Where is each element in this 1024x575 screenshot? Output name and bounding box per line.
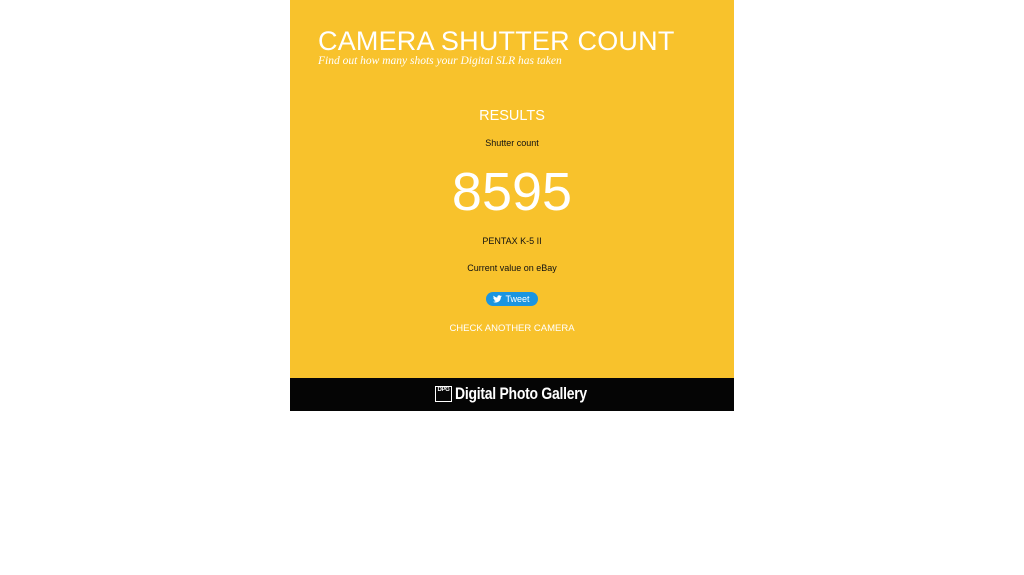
page-title: CAMERA SHUTTER COUNT — [318, 26, 675, 56]
footer-brand-link[interactable]: DPG Digital Photo Gallery — [435, 384, 616, 404]
footer-bar: DPG Digital Photo Gallery — [290, 378, 734, 411]
twitter-bird-icon — [493, 295, 503, 303]
dpg-logo-icon: DPG — [435, 386, 452, 402]
page-subtitle: Find out how many shots your Digital SLR… — [318, 55, 562, 67]
footer-brand-name: Digital Photo Gallery — [455, 384, 587, 403]
camera-model: PENTAX K-5 II — [482, 236, 542, 246]
tweet-button-container: Tweet — [290, 290, 734, 306]
shutter-count-label: Shutter count — [485, 138, 539, 148]
tweet-button[interactable]: Tweet — [486, 292, 538, 306]
check-another-camera-link[interactable]: CHECK ANOTHER CAMERA — [290, 323, 734, 334]
tweet-label: Tweet — [505, 294, 530, 304]
result-panel: CAMERA SHUTTER COUNT Find out how many s… — [290, 0, 734, 378]
shutter-count-value: 8595 — [451, 162, 573, 222]
ebay-value-link[interactable]: Current value on eBay — [290, 263, 734, 273]
results-heading: RESULTS — [479, 108, 545, 124]
